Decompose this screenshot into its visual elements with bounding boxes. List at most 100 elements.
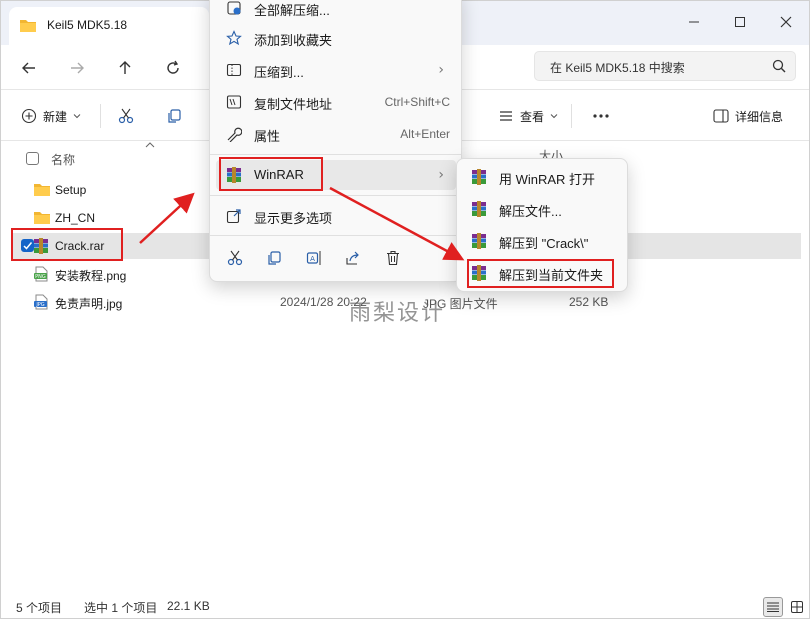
rename-icon: A	[306, 251, 321, 265]
annotation-box-crack-rar	[11, 228, 123, 261]
minimize-button[interactable]	[671, 7, 717, 37]
chevron-down-icon	[73, 114, 81, 119]
new-label: 新建	[43, 109, 68, 124]
selected-size: 22.1 KB	[167, 599, 210, 613]
file-name: 安装教程.png	[55, 269, 127, 283]
star-icon	[226, 30, 242, 49]
up-button[interactable]	[110, 53, 140, 83]
file-name: ZH_CN	[55, 211, 96, 225]
menu-label: 压缩到...	[254, 65, 304, 80]
svg-text:A: A	[310, 255, 315, 263]
context-quick-actions: A	[210, 225, 461, 271]
details-view-toggle[interactable]	[763, 597, 783, 617]
item-count: 5 个项目	[16, 601, 63, 615]
close-button[interactable]	[763, 7, 809, 37]
search-icon	[772, 59, 786, 76]
menu-divider	[210, 154, 461, 155]
menu-label: 添加到收藏夹	[254, 33, 333, 48]
list-view-icon	[767, 602, 779, 612]
maximize-button[interactable]	[717, 7, 763, 37]
view-list-icon	[500, 111, 512, 121]
file-size: 252 KB	[569, 295, 609, 309]
zip-folder-icon	[226, 62, 242, 81]
submenu-item-extract-files[interactable]: 解压文件...	[463, 194, 623, 224]
cut-action[interactable]	[224, 247, 246, 269]
share-action[interactable]	[342, 247, 364, 269]
plus-circle-icon	[21, 108, 37, 124]
select-all-checkbox[interactable]	[26, 152, 39, 165]
folder-icon	[19, 18, 37, 36]
winrar-icon	[471, 169, 487, 188]
menu-shortcut: Ctrl+Shift+C	[384, 95, 450, 109]
rename-action[interactable]: A	[303, 247, 325, 269]
arrow-left-icon	[22, 62, 35, 74]
trash-icon	[387, 250, 399, 266]
column-header-name[interactable]: 名称	[51, 151, 75, 168]
menu-item-compress-to[interactable]: 压缩到... ›	[216, 55, 456, 85]
refresh-icon	[167, 60, 179, 74]
back-button[interactable]	[14, 53, 44, 83]
chevron-right-icon: ›	[438, 62, 444, 78]
close-icon	[780, 16, 792, 28]
copy-icon	[168, 109, 181, 123]
folder-icon	[33, 182, 51, 200]
svg-text:PNG: PNG	[35, 274, 46, 280]
menu-item-copy-path[interactable]: 复制文件地址 Ctrl+Shift+C	[216, 87, 456, 117]
status-bar: 5 个项目 选中 1 个项目 22.1 KB	[1, 595, 809, 618]
png-file-icon: PNG	[33, 266, 49, 285]
menu-label: 全部解压缩...	[254, 3, 330, 18]
copy-path-icon	[226, 94, 242, 113]
explorer-tab[interactable]: Keil5 MDK5.18	[9, 7, 209, 45]
arrow-up-icon	[119, 61, 131, 74]
cut-button[interactable]	[118, 104, 134, 128]
submenu-item-open-with-winrar[interactable]: 用 WinRAR 打开	[463, 162, 623, 192]
tiles-view-toggle[interactable]	[787, 597, 807, 617]
tiles-view-icon	[791, 601, 803, 613]
selected-count: 选中 1 个项目	[84, 601, 158, 615]
details-pane-icon	[713, 109, 729, 123]
minimize-icon	[689, 21, 699, 23]
chevron-down-icon	[550, 114, 558, 119]
delete-action[interactable]	[382, 247, 404, 269]
copy-action[interactable]	[263, 247, 285, 269]
more-options-button[interactable]	[592, 104, 610, 128]
details-pane-button[interactable]: 详细信息	[713, 104, 783, 128]
menu-label: 复制文件地址	[254, 97, 333, 112]
file-name: 免责声明.jpg	[55, 297, 123, 311]
submenu-label: 解压文件...	[499, 204, 562, 219]
menu-item-add-favorites[interactable]: 添加到收藏夹	[216, 23, 456, 53]
extract-archive-icon	[226, 0, 242, 19]
view-button[interactable]: 查看	[498, 104, 558, 128]
annotation-box-winrar	[219, 157, 323, 191]
tab-title: Keil5 MDK5.18	[47, 18, 128, 32]
jpg-file-icon: JPG	[33, 294, 49, 313]
annotation-box-extract-here	[467, 259, 614, 288]
winrar-icon	[471, 201, 487, 220]
file-name: Setup	[55, 183, 87, 197]
scissors-icon	[118, 108, 134, 124]
wrench-icon	[226, 126, 243, 145]
copy-icon	[268, 251, 281, 265]
maximize-icon	[735, 17, 745, 27]
winrar-icon	[471, 233, 487, 252]
search-input[interactable]: 在 Keil5 MDK5.18 中搜索	[534, 51, 796, 81]
scissors-icon	[227, 250, 243, 266]
submenu-item-extract-to-crack[interactable]: 解压到 "Crack\"	[463, 226, 623, 256]
view-label: 查看	[520, 109, 545, 124]
chevron-right-icon: ›	[438, 167, 444, 183]
context-menu: 全部解压缩... 添加到收藏夹 压缩到... › 复制文件地址 Ctrl+Shi…	[209, 0, 462, 282]
copy-button[interactable]	[166, 104, 182, 128]
menu-label: 属性	[254, 129, 281, 144]
more-dots-icon	[593, 114, 609, 118]
menu-item-properties[interactable]: 属性 Alt+Enter	[216, 119, 456, 149]
svg-text:JPG: JPG	[35, 302, 44, 308]
forward-button[interactable]	[62, 53, 92, 83]
toolbar-divider	[571, 104, 572, 128]
new-button[interactable]: 新建	[21, 104, 81, 128]
watermark-text: 雨梨设计	[349, 301, 446, 326]
refresh-button[interactable]	[158, 53, 188, 83]
submenu-label: 用 WinRAR 打开	[499, 172, 596, 187]
menu-shortcut: Alt+Enter	[400, 127, 450, 141]
share-icon	[346, 251, 359, 265]
menu-item-extract-all[interactable]: 全部解压缩...	[216, 0, 456, 23]
